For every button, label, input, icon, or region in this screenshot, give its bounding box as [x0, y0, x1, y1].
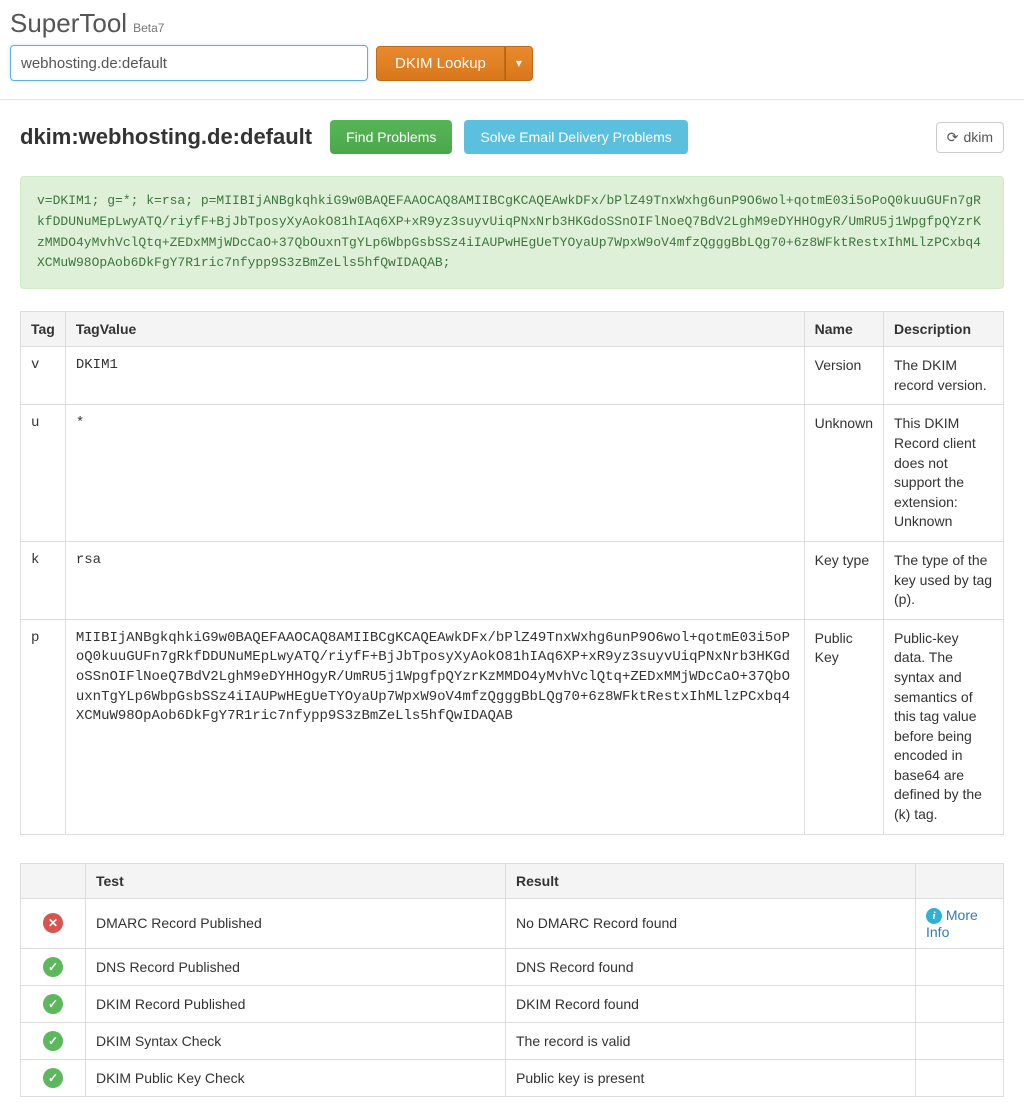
cell-name: Unknown [804, 405, 883, 542]
refresh-icon: ⟳ [947, 129, 959, 146]
find-problems-button[interactable]: Find Problems [330, 120, 452, 154]
refresh-button[interactable]: ⟳ dkim [936, 122, 1004, 153]
cell-tag: p [21, 619, 66, 834]
cell-name: Key type [804, 541, 883, 619]
table-row: DKIM Syntax Check The record is valid [21, 1022, 1004, 1059]
cell-tag: k [21, 541, 66, 619]
tags-table: Tag TagValue Name Description v DKIM1 Ve… [20, 311, 1004, 834]
dkim-lookup-button[interactable]: DKIM Lookup [376, 46, 505, 81]
cell-test: DKIM Record Published [86, 985, 506, 1022]
th-test: Test [86, 863, 506, 898]
cell-name: Version [804, 347, 883, 405]
th-description: Description [884, 312, 1004, 347]
cell-test: DMARC Record Published [86, 898, 506, 948]
status-pass-icon [43, 957, 63, 977]
cell-value: DKIM1 [65, 347, 804, 405]
cell-test: DKIM Syntax Check [86, 1022, 506, 1059]
table-row: DKIM Record Published DKIM Record found [21, 985, 1004, 1022]
th-tagvalue: TagValue [65, 312, 804, 347]
th-result: Result [506, 863, 916, 898]
cell-desc: This DKIM Record client does not support… [884, 405, 1004, 542]
table-row: v DKIM1 Version The DKIM record version. [21, 347, 1004, 405]
cell-test: DKIM Public Key Check [86, 1059, 506, 1096]
tests-table: Test Result DMARC Record Published No DM… [20, 863, 1004, 1097]
cell-result: DNS Record found [506, 948, 916, 985]
page-title: dkim:webhosting.de:default [20, 124, 312, 150]
table-row: p MIIBIjANBgkqhkiG9w0BAQEFAAOCAQ8AMIIBCg… [21, 619, 1004, 834]
dkim-record-raw: v=DKIM1; g=*; k=rsa; p=MIIBIjANBgkqhkiG9… [20, 176, 1004, 289]
cell-desc: Public-key data. The syntax and semantic… [884, 619, 1004, 834]
table-row: DKIM Public Key Check Public key is pres… [21, 1059, 1004, 1096]
table-row: DNS Record Published DNS Record found [21, 948, 1004, 985]
cell-value: MIIBIjANBgkqhkiG9w0BAQEFAAOCAQ8AMIIBCgKC… [65, 619, 804, 834]
cell-action [916, 985, 1004, 1022]
cell-action [916, 1059, 1004, 1096]
table-row: u * Unknown This DKIM Record client does… [21, 405, 1004, 542]
refresh-label: dkim [963, 129, 993, 145]
cell-tag: u [21, 405, 66, 542]
cell-tag: v [21, 347, 66, 405]
brand-title: SuperTool [10, 8, 127, 39]
cell-result: Public key is present [506, 1059, 916, 1096]
cell-result: No DMARC Record found [506, 898, 916, 948]
cell-test: DNS Record Published [86, 948, 506, 985]
cell-value: rsa [65, 541, 804, 619]
solve-problems-button[interactable]: Solve Email Delivery Problems [464, 120, 687, 154]
status-fail-icon [43, 913, 63, 933]
status-pass-icon [43, 1068, 63, 1088]
cell-result: The record is valid [506, 1022, 916, 1059]
status-pass-icon [43, 994, 63, 1014]
cell-action [916, 1022, 1004, 1059]
th-actions [916, 863, 1004, 898]
th-name: Name [804, 312, 883, 347]
lookup-dropdown-caret[interactable]: ▾ [505, 46, 533, 81]
cell-desc: The type of the key used by tag (p). [884, 541, 1004, 619]
cell-name: Public Key [804, 619, 883, 834]
search-input[interactable] [10, 45, 368, 81]
brand-beta: Beta7 [133, 21, 164, 35]
cell-action: i More Info [916, 898, 1004, 948]
table-row: DMARC Record Published No DMARC Record f… [21, 898, 1004, 948]
cell-action [916, 948, 1004, 985]
table-row: k rsa Key type The type of the key used … [21, 541, 1004, 619]
th-tag: Tag [21, 312, 66, 347]
status-pass-icon [43, 1031, 63, 1051]
cell-desc: The DKIM record version. [884, 347, 1004, 405]
caret-down-icon: ▾ [516, 56, 522, 70]
cell-result: DKIM Record found [506, 985, 916, 1022]
th-status [21, 863, 86, 898]
info-icon: i [926, 908, 942, 924]
cell-value: * [65, 405, 804, 542]
